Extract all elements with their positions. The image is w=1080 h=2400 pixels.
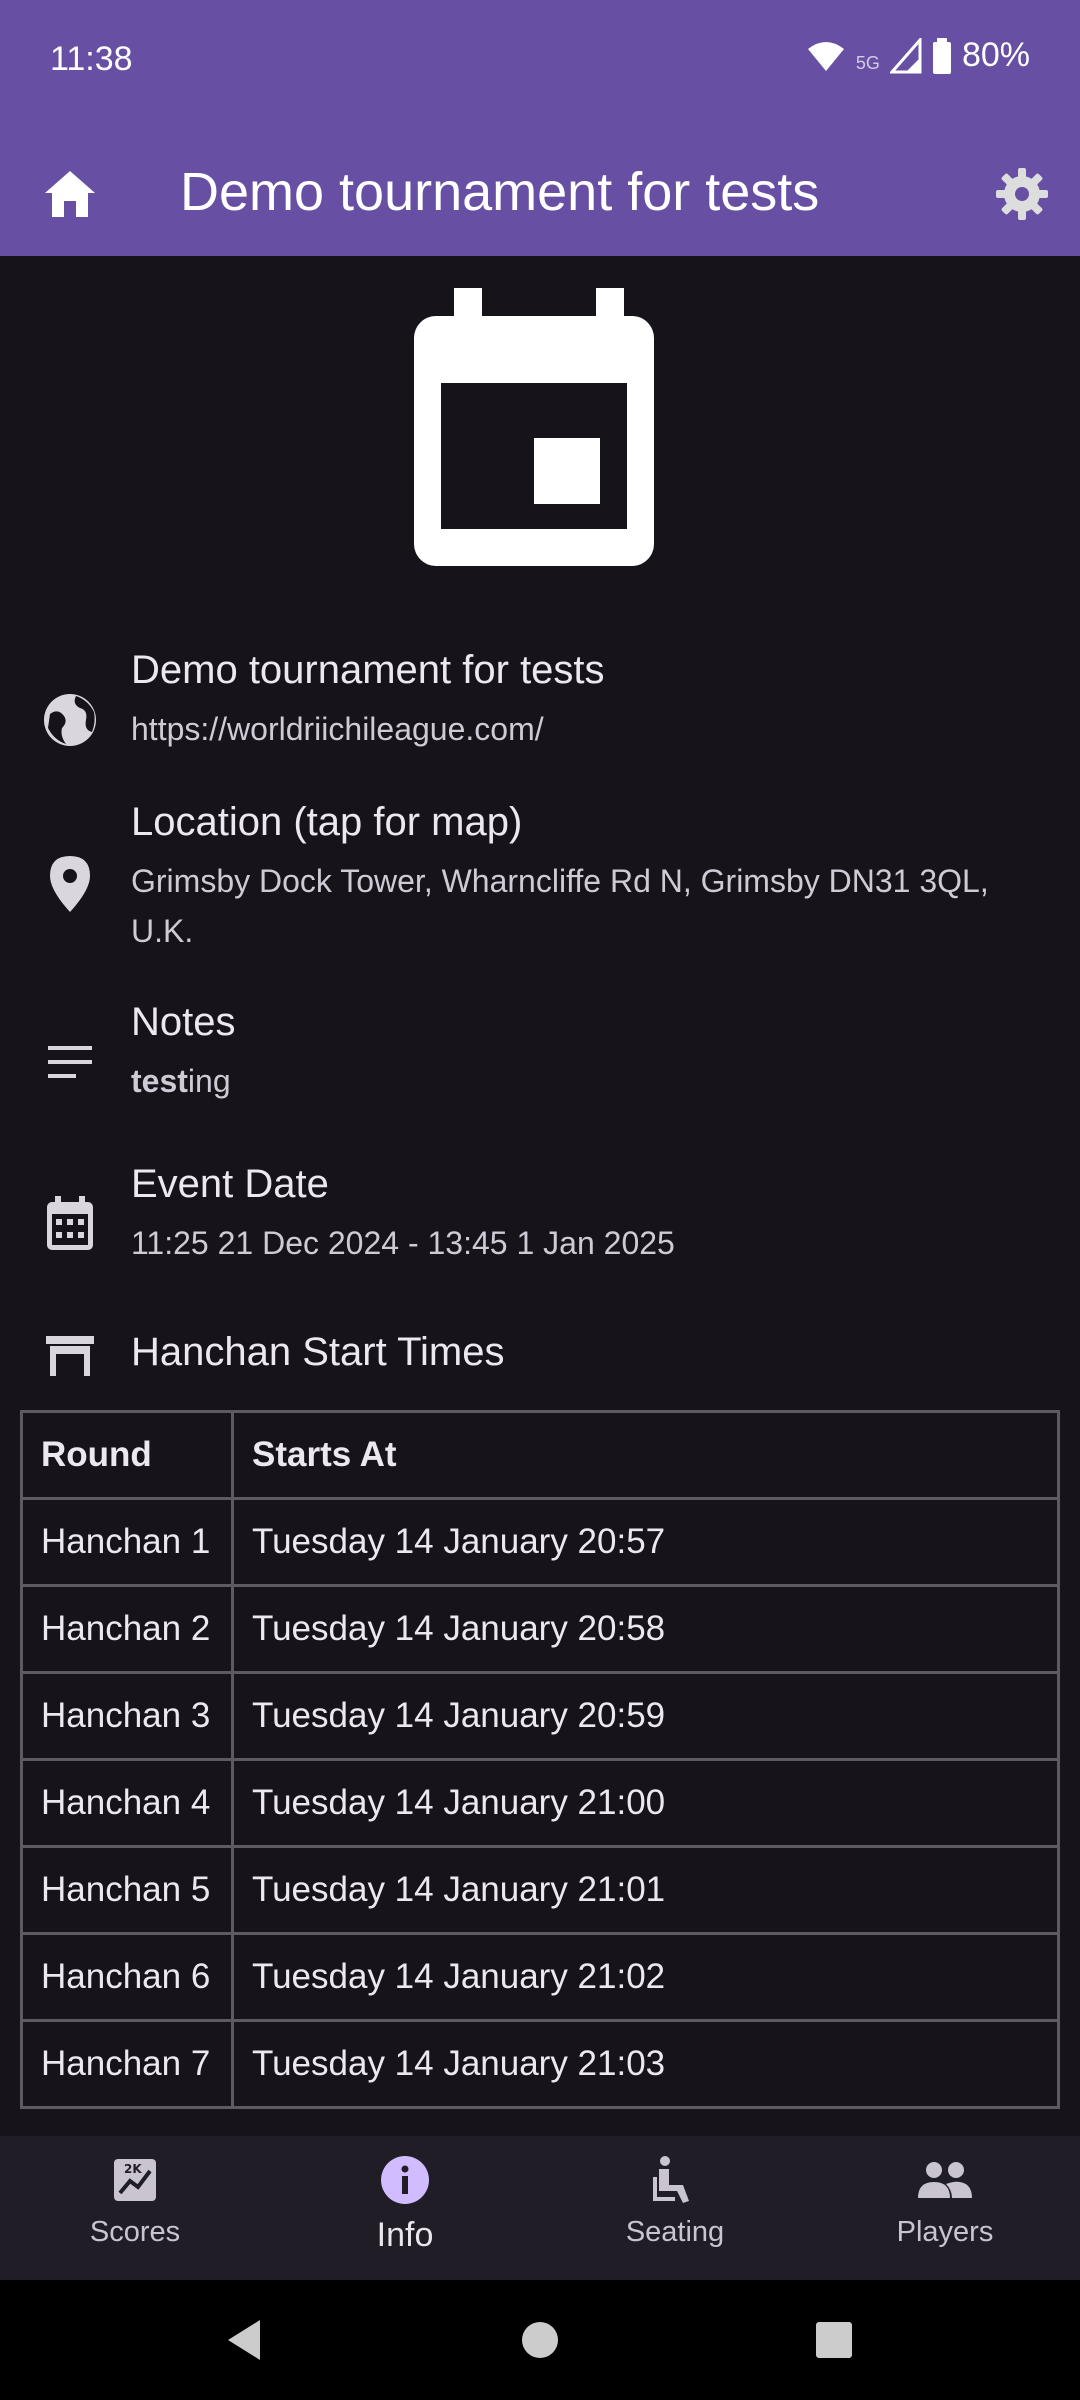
start-time-cell: Tuesday 14 January 20:58 <box>231 1584 1060 1674</box>
event-date-title: Event Date <box>131 1162 329 1206</box>
svg-text:2K: 2K <box>124 2162 142 2176</box>
players-icon <box>845 2150 1045 2210</box>
start-time-cell: Tuesday 14 January 20:59 <box>231 1671 1060 1761</box>
notes-row: Notes testing <box>0 1000 1080 1120</box>
home-nav-button[interactable] <box>512 2312 568 2368</box>
notes-title: Notes <box>131 1000 236 1044</box>
round-cell: Hanchan 1 <box>20 1497 234 1587</box>
hanchan-header-row: Hanchan Start Times <box>0 1316 1080 1396</box>
wifi-icon <box>807 41 844 71</box>
scores-icon: 2K <box>35 2150 235 2210</box>
battery-icon <box>932 37 951 74</box>
round-cell: Hanchan 6 <box>20 1932 234 2022</box>
nav-seating[interactable]: Seating <box>575 2150 775 2270</box>
start-time-cell: Tuesday 14 January 21:00 <box>231 1758 1060 1848</box>
hanchan-title: Hanchan Start Times <box>131 1330 505 1374</box>
info-icon <box>305 2150 505 2210</box>
nav-info-label: Info <box>376 2216 434 2254</box>
calendar-month-icon <box>38 1192 102 1256</box>
start-time-cell: Tuesday 14 January 20:57 <box>231 1497 1060 1587</box>
table-icon <box>38 1324 102 1388</box>
notes-text-rest: ing <box>187 1063 231 1099</box>
table-row: Hanchan 5 Tuesday 14 January 21:01 <box>20 1845 1060 1935</box>
back-button[interactable] <box>216 2312 272 2368</box>
signal-icon <box>889 37 922 73</box>
round-cell: Hanchan 7 <box>20 2019 234 2109</box>
round-cell: Hanchan 3 <box>20 1671 234 1761</box>
recents-button[interactable] <box>806 2312 862 2368</box>
location-row[interactable]: Location (tap for map) Grimsby Dock Towe… <box>0 800 1080 950</box>
start-time-cell: Tuesday 14 January 21:01 <box>231 1845 1060 1935</box>
website-url[interactable]: https://worldriichileague.com/ <box>131 704 1011 754</box>
column-header-starts-at: Starts At <box>231 1410 1060 1500</box>
table-row: Hanchan 7 Tuesday 14 January 21:03 <box>20 2019 1060 2109</box>
gear-icon <box>996 168 1048 220</box>
globe-icon <box>38 688 102 752</box>
recents-icon <box>816 2322 852 2358</box>
notes-text: testing <box>131 1056 1011 1106</box>
seating-icon <box>575 2150 775 2210</box>
back-icon <box>228 2320 260 2360</box>
info-content: Demo tournament for tests https://worldr… <box>0 256 1080 2136</box>
home-circle-icon <box>522 2322 558 2358</box>
location-address: Grimsby Dock Tower, Wharncliffe Rd N, Gr… <box>131 863 989 949</box>
app-bar: Demo tournament for tests <box>0 128 1080 256</box>
start-time-cell: Tuesday 14 January 21:03 <box>231 2019 1060 2109</box>
page-title: Demo tournament for tests <box>180 162 820 222</box>
nav-scores[interactable]: 2K Scores <box>35 2150 235 2270</box>
battery-percent: 80% <box>961 36 1030 74</box>
notes-text-bold: test <box>131 1063 188 1099</box>
calendar-icon <box>414 288 654 566</box>
home-icon <box>45 171 95 217</box>
table-header-row: Round Starts At <box>20 1410 1060 1500</box>
settings-button[interactable] <box>984 156 1060 232</box>
hanchan-table: Round Starts At Hanchan 1 Tuesday 14 Janu… <box>20 1410 1060 2109</box>
nav-scores-label: Scores <box>89 2216 181 2248</box>
map-pin-icon <box>38 852 102 916</box>
nav-players[interactable]: Players <box>845 2150 1045 2270</box>
round-cell: Hanchan 2 <box>20 1584 234 1674</box>
location-title: Location (tap for map) <box>131 800 523 844</box>
notes-icon <box>38 1030 102 1094</box>
table-row: Hanchan 6 Tuesday 14 January 21:02 <box>20 1932 1060 2022</box>
round-cell: Hanchan 5 <box>20 1845 234 1935</box>
bottom-navigation: 2K Scores Info Seating Players <box>0 2136 1080 2280</box>
event-date-value: 11:25 21 Dec 2024 - 13:45 1 Jan 2025 <box>131 1225 675 1261</box>
table-row: Hanchan 4 Tuesday 14 January 21:00 <box>20 1758 1060 1848</box>
nav-seating-label: Seating <box>625 2216 725 2248</box>
event-date-row: Event Date 11:25 21 Dec 2024 - 13:45 1 J… <box>0 1162 1080 1282</box>
status-icons: 5G 80% <box>806 36 1030 75</box>
status-bar: 11:38 5G 80% <box>0 0 1080 128</box>
website-row[interactable]: Demo tournament for tests https://worldr… <box>0 648 1080 778</box>
website-title: Demo tournament for tests <box>131 648 605 692</box>
system-navigation-bar <box>0 2280 1080 2400</box>
start-time-cell: Tuesday 14 January 21:02 <box>231 1932 1060 2022</box>
round-cell: Hanchan 4 <box>20 1758 234 1848</box>
nav-info[interactable]: Info <box>305 2150 505 2270</box>
home-button[interactable] <box>36 160 104 228</box>
table-row: Hanchan 2 Tuesday 14 January 20:58 <box>20 1584 1060 1674</box>
table-row: Hanchan 3 Tuesday 14 January 20:59 <box>20 1671 1060 1761</box>
network-type: 5G <box>855 53 880 73</box>
nav-players-label: Players <box>896 2216 994 2248</box>
table-row: Hanchan 1 Tuesday 14 January 20:57 <box>20 1497 1060 1587</box>
status-time: 11:38 <box>50 40 133 78</box>
column-header-round: Round <box>20 1410 234 1500</box>
